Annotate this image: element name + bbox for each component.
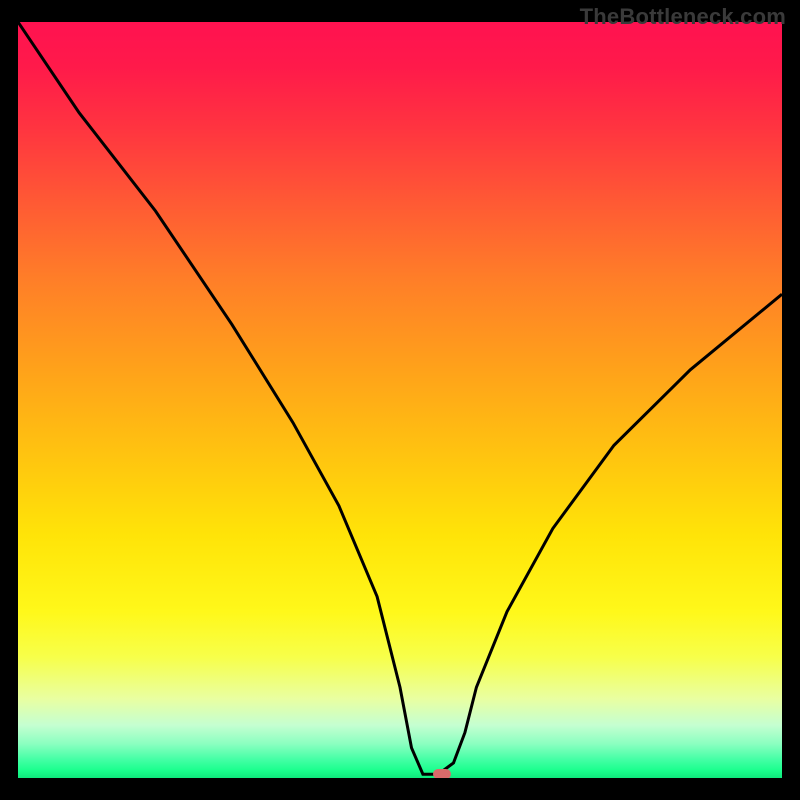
plot-area [18,22,782,778]
chart-frame: TheBottleneck.com [0,0,800,800]
curve-svg [18,22,782,778]
optimum-marker [433,769,451,778]
bottleneck-curve [18,22,782,774]
watermark-text: TheBottleneck.com [580,4,786,30]
